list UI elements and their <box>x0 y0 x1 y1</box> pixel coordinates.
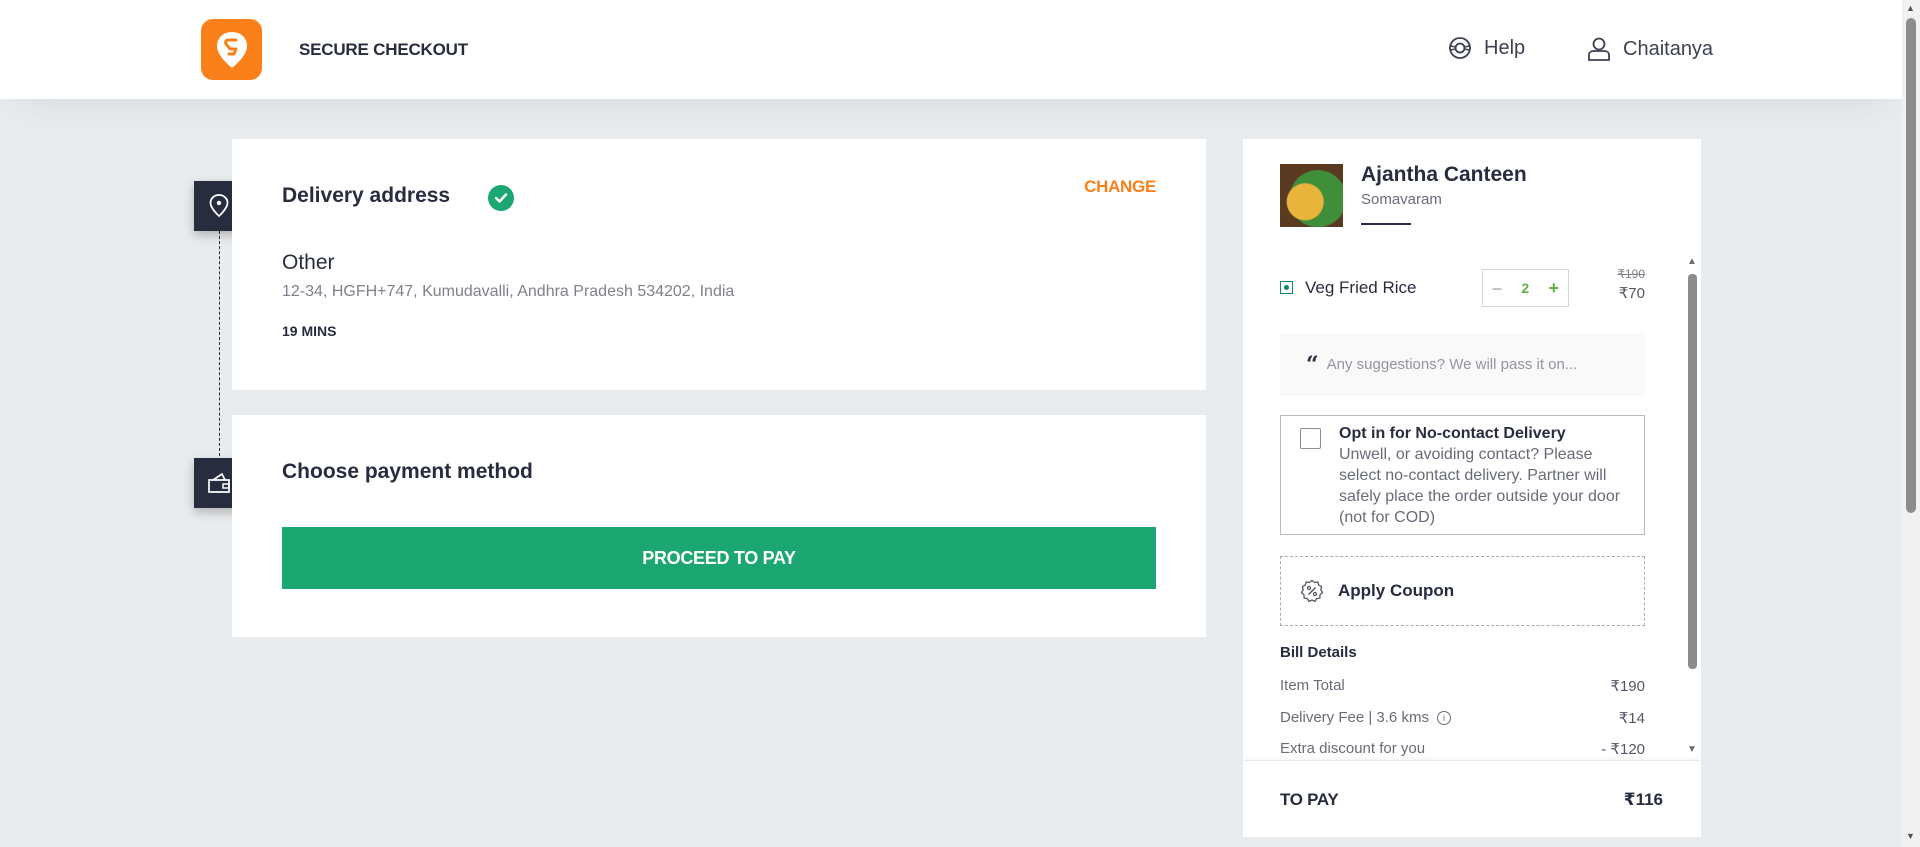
bill-row-item-total: Item Total ₹190 <box>1280 677 1645 695</box>
veg-icon <box>1280 281 1293 294</box>
quote-icon: “ <box>1306 351 1319 378</box>
cart-scroll-thumb[interactable] <box>1688 274 1697 669</box>
user-icon <box>1588 37 1610 61</box>
restaurant-thumbnail <box>1280 164 1343 227</box>
bill-label: Extra discount for you <box>1280 740 1426 757</box>
restaurant-underline <box>1361 223 1411 225</box>
cart-item: Veg Fried Rice – 2 + ₹190 ₹70 <box>1280 267 1645 307</box>
decrease-quantity-button[interactable]: – <box>1492 278 1502 299</box>
page-scroll-up-icon[interactable]: ▲ <box>1906 4 1915 13</box>
bill-value: ₹14 <box>1618 710 1645 727</box>
lifebuoy-icon <box>1449 37 1471 59</box>
scroll-down-icon[interactable]: ▼ <box>1687 745 1697 755</box>
page-scrollbar[interactable]: ▲ ▼ <box>1902 0 1920 847</box>
logo-icon <box>216 31 247 68</box>
check-icon <box>488 185 514 211</box>
no-contact-checkbox[interactable] <box>1300 428 1321 449</box>
item-original-price: ₹190 <box>1617 267 1645 281</box>
bill-label: Delivery Fee | 3.6 kms <box>1280 709 1429 726</box>
page-title: SECURE CHECKOUT <box>299 40 468 59</box>
change-address-button[interactable]: CHANGE <box>1084 177 1156 197</box>
increase-quantity-button[interactable]: + <box>1548 278 1559 299</box>
payment-method-card: Choose payment method PROCEED TO PAY <box>232 415 1206 637</box>
help-label: Help <box>1484 36 1526 59</box>
no-contact-description: Unwell, or avoiding contact? Please sele… <box>1339 446 1621 526</box>
location-pin-icon <box>209 194 229 218</box>
item-price: ₹70 <box>1618 285 1645 302</box>
scroll-up-icon[interactable]: ▲ <box>1687 257 1697 267</box>
help-link[interactable]: Help <box>1448 36 1525 60</box>
restaurant-area: Somavaram <box>1361 191 1442 208</box>
timeline-connector <box>219 226 220 456</box>
user-name: Chaitanya <box>1623 37 1714 60</box>
bill-row-delivery-fee: Delivery Fee | 3.6 kms i ₹14 <box>1280 709 1645 727</box>
delivery-address-card: Delivery address CHANGE Other 12-34, HGF… <box>232 139 1206 390</box>
apply-coupon-button[interactable]: Apply Coupon <box>1280 556 1645 626</box>
swiggy-logo[interactable] <box>201 19 262 80</box>
page-scroll-thumb[interactable] <box>1906 18 1916 513</box>
no-contact-title: Opt in for No-contact Delivery <box>1339 425 1566 442</box>
proceed-to-pay-button[interactable]: PROCEED TO PAY <box>282 527 1156 589</box>
restaurant-name[interactable]: Ajantha Canteen <box>1361 163 1527 187</box>
wallet-icon <box>208 472 230 493</box>
bill-details-title: Bill Details <box>1280 644 1357 661</box>
delivery-eta: 19 MINS <box>282 323 337 339</box>
to-pay-bar: TO PAY ₹116 <box>1243 760 1701 837</box>
to-pay-label: TO PAY <box>1280 790 1339 809</box>
bill-row-discount: Extra discount for you - ₹120 <box>1280 740 1645 758</box>
cart-scrollbar[interactable]: ▲ ▼ <box>1686 257 1698 757</box>
bill-label: Item Total <box>1280 677 1345 694</box>
top-header: SECURE CHECKOUT Help Chaitanya <box>0 0 1902 99</box>
payment-method-title: Choose payment method <box>282 460 533 483</box>
quantity-value: 2 <box>1521 280 1530 296</box>
user-menu[interactable]: Chaitanya <box>1587 36 1713 62</box>
to-pay-amount: ₹116 <box>1623 790 1663 809</box>
quantity-stepper: – 2 + <box>1482 269 1569 307</box>
bill-value: ₹190 <box>1610 678 1645 695</box>
bill-value: - ₹120 <box>1601 741 1645 758</box>
page-scroll-down-icon[interactable]: ▼ <box>1906 832 1915 841</box>
cart-panel: Ajantha Canteen Somavaram Veg Fried Rice… <box>1243 139 1701 837</box>
address-type: Other <box>282 251 335 274</box>
apply-coupon-label: Apply Coupon <box>1338 581 1455 600</box>
item-name: Veg Fried Rice <box>1305 278 1417 297</box>
coupon-icon <box>1300 579 1324 603</box>
suggestions-input[interactable]: “ Any suggestions? We will pass it on... <box>1280 333 1645 396</box>
suggestions-placeholder: Any suggestions? We will pass it on... <box>1326 356 1578 373</box>
no-contact-delivery-option[interactable]: Opt in for No-contact Delivery Unwell, o… <box>1280 415 1645 535</box>
delivery-address-title: Delivery address <box>282 184 451 207</box>
address-text: 12-34, HGFH+747, Kumudavalli, Andhra Pra… <box>282 283 735 300</box>
info-icon[interactable]: i <box>1436 711 1451 726</box>
